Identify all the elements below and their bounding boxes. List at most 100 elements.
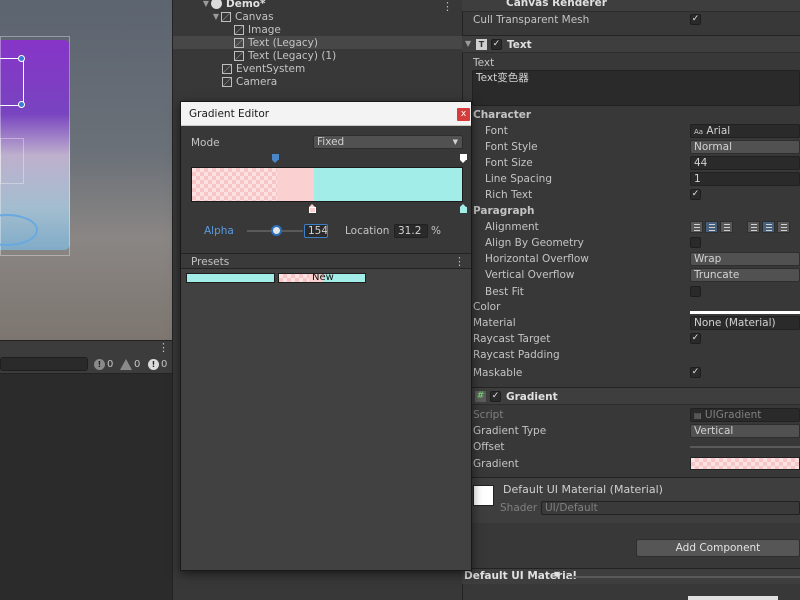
foldout-arrow-icon[interactable]: ▼ xyxy=(465,39,471,48)
hierarchy-item-camera[interactable]: Camera xyxy=(173,75,463,88)
font-size-label: Font Size xyxy=(485,157,533,169)
hierarchy-item-text-legacy[interactable]: Text (Legacy) xyxy=(173,36,463,49)
window-title: Gradient Editor xyxy=(189,108,270,120)
hierarchy-item-label: Text (Legacy) (1) xyxy=(248,49,337,62)
close-button[interactable]: x xyxy=(457,108,470,121)
gameobject-icon xyxy=(234,24,244,35)
expand-arrow-icon[interactable]: ▼ xyxy=(211,12,221,21)
error-count[interactable]: ! 0 xyxy=(148,357,167,371)
rich-text-checkbox[interactable]: ✓ xyxy=(690,189,701,200)
drag-handle[interactable] xyxy=(568,576,800,578)
presets-header[interactable]: Presets ⋮ xyxy=(181,253,471,269)
hierarchy-item-label: Camera xyxy=(236,75,278,88)
color-key[interactable] xyxy=(309,204,316,213)
align-bottom-button[interactable] xyxy=(777,221,790,233)
align-right-button[interactable] xyxy=(720,221,733,233)
horizontal-overflow-label: Horizontal Overflow xyxy=(485,253,589,265)
warning-count[interactable]: 0 xyxy=(120,357,140,371)
gradient-type-dropdown[interactable]: Vertical xyxy=(690,424,800,438)
gradient-enabled-checkbox[interactable]: ✓ xyxy=(490,391,501,402)
preset-swatch[interactable] xyxy=(186,273,275,283)
cull-checkbox[interactable]: ✓ xyxy=(690,14,701,25)
script-label: Script xyxy=(473,409,504,421)
hierarchy-item-demo[interactable]: ▼ Demo* xyxy=(173,0,463,10)
alpha-slider-knob[interactable] xyxy=(271,225,282,236)
console-header: ⋮ xyxy=(0,340,172,354)
gradient-editor-window[interactable]: Gradient Editor x Mode Fixed ▼ Alpha 154… xyxy=(180,101,472,571)
location-input[interactable]: 31.2 xyxy=(394,224,428,238)
script-value: UIGradient xyxy=(704,409,762,421)
align-top-button[interactable] xyxy=(747,221,760,233)
gradient-field-swatch[interactable] xyxy=(690,457,800,470)
alignment-label: Alignment xyxy=(485,221,539,233)
mode-label: Mode xyxy=(191,137,220,149)
color-swatch[interactable] xyxy=(690,303,800,314)
add-component-button[interactable]: Add Component xyxy=(636,539,800,557)
rich-text-label: Rich Text xyxy=(485,189,533,201)
vertical-overflow-label: Vertical Overflow xyxy=(485,269,575,281)
align-left-button[interactable] xyxy=(690,221,703,233)
scene-view[interactable] xyxy=(0,0,172,340)
new-preset-button[interactable]: New xyxy=(278,273,366,283)
line-spacing-input[interactable]: 1 xyxy=(690,172,800,186)
align-top-icon xyxy=(751,224,757,231)
mode-dropdown[interactable]: Fixed ▼ xyxy=(313,135,463,149)
shader-dropdown[interactable]: UI/Default xyxy=(541,501,800,515)
character-header: Character xyxy=(473,109,532,121)
gameobject-icon xyxy=(234,37,244,48)
font-value: Arial xyxy=(706,125,731,137)
alpha-key[interactable] xyxy=(460,154,467,163)
font-size-input[interactable]: 44 xyxy=(690,156,800,170)
component-title: Canvas Renderer xyxy=(506,0,607,9)
vertical-overflow-dropdown[interactable]: Truncate xyxy=(690,268,800,282)
console-kebab-icon[interactable]: ⋮ xyxy=(158,341,169,354)
hierarchy-kebab-icon[interactable]: ⋮ xyxy=(442,0,453,13)
gizmo-handle[interactable] xyxy=(18,55,25,62)
material-name: Default UI Material (Material) xyxy=(503,483,663,496)
align-middle-icon xyxy=(766,224,772,231)
material-field[interactable]: None (Material) xyxy=(690,316,800,330)
hierarchy-item-canvas[interactable]: ▼ Canvas xyxy=(173,10,463,23)
color-label: Color xyxy=(473,301,501,313)
presets-label: Presets xyxy=(191,256,230,268)
horizontal-overflow-dropdown[interactable]: Wrap xyxy=(690,252,800,266)
font-style-dropdown[interactable]: Normal xyxy=(690,140,800,154)
hierarchy-item-image[interactable]: Image xyxy=(173,23,463,36)
raycast-target-checkbox[interactable]: ✓ xyxy=(690,333,701,344)
gizmo-handle[interactable] xyxy=(18,101,25,108)
text-enabled-checkbox[interactable]: ✓ xyxy=(491,39,502,50)
gradient-preview-bar[interactable] xyxy=(191,167,463,202)
hierarchy-item-text-legacy-1[interactable]: Text (Legacy) (1) xyxy=(173,49,463,62)
title-bar[interactable]: Gradient Editor x xyxy=(181,102,471,126)
color-key[interactable] xyxy=(460,204,467,213)
material-strip[interactable]: Default UI Material ▼ xyxy=(462,568,800,584)
script-field: ▤ UIGradient xyxy=(690,408,800,422)
rect-transform-gizmo[interactable] xyxy=(0,58,24,106)
alpha-key-tip xyxy=(272,160,278,163)
align-center-button[interactable] xyxy=(705,221,718,233)
line-spacing-label: Line Spacing xyxy=(485,173,552,185)
warning-icon xyxy=(120,358,132,370)
best-fit-checkbox[interactable] xyxy=(690,286,701,297)
pink-segment xyxy=(277,168,314,201)
gameobject-icon xyxy=(234,50,244,61)
offset-label: Offset xyxy=(473,441,505,453)
hierarchy-item-eventsystem[interactable]: EventSystem xyxy=(173,62,463,75)
presets-kebab-icon[interactable]: ⋮ xyxy=(454,255,465,268)
console-search-input[interactable] xyxy=(0,357,88,371)
text-component-header[interactable]: ▼ T ✓ Text xyxy=(462,35,800,53)
component-title: Gradient xyxy=(506,391,558,403)
text-value-input[interactable]: Text变色器 xyxy=(472,70,800,106)
alpha-input[interactable]: 154 xyxy=(304,224,328,238)
offset-slider[interactable] xyxy=(690,446,800,448)
maskable-checkbox[interactable]: ✓ xyxy=(690,367,701,378)
align-by-geometry-checkbox[interactable] xyxy=(690,237,701,248)
font-field[interactable]: Aa Arial xyxy=(690,124,800,138)
align-middle-button[interactable] xyxy=(762,221,775,233)
gradient-component-header[interactable]: # ✓ Gradient xyxy=(462,387,800,405)
canvas-renderer-header[interactable]: Canvas Renderer xyxy=(462,0,800,12)
alpha-key-selected[interactable] xyxy=(272,154,279,163)
info-count[interactable]: ! 0 xyxy=(94,357,113,371)
new-preset-transparent xyxy=(279,274,309,282)
expand-arrow-icon[interactable]: ▼ xyxy=(201,0,211,8)
